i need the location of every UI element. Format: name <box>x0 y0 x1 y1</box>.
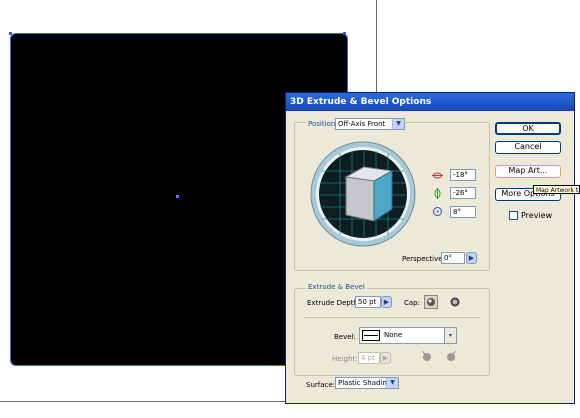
perspective-field[interactable]: 0° <box>441 252 465 264</box>
bevel-outward-icon[interactable] <box>420 349 434 363</box>
ok-button[interactable]: OK <box>495 122 561 135</box>
rotate-x-field[interactable]: -18° <box>450 169 476 181</box>
anchor-point-top-right[interactable] <box>343 32 346 35</box>
panel-divider <box>304 317 480 318</box>
rotate-z-axis-icon <box>432 206 443 217</box>
extrude-depth-label: Extrude Depth: <box>307 299 361 307</box>
chevron-right-icon: ▶ <box>468 254 475 262</box>
extrude-depth-field[interactable]: 50 pt <box>355 296 381 308</box>
bevel-select-value: None <box>384 331 403 339</box>
rotate-y-field[interactable]: -26° <box>450 187 476 199</box>
surface-select[interactable]: Plastic Shading ▼ <box>335 377 399 389</box>
map-art-button[interactable]: Map Art... <box>495 165 561 178</box>
chevron-down-icon: ▼ <box>392 119 404 129</box>
rotate-y-axis-icon <box>432 188 443 199</box>
preview-checkbox[interactable] <box>509 211 518 220</box>
position-select[interactable]: Off-Axis Front ▼ <box>335 118 405 130</box>
position-select-value: Off-Axis Front <box>338 120 386 128</box>
cap-off-icon[interactable] <box>448 295 462 309</box>
bevel-label: Bevel: <box>334 333 356 341</box>
extrude-bevel-dialog: 3D Extrude & Bevel Options Position: Off… <box>285 92 575 404</box>
chevron-right-icon: ▶ <box>383 298 390 306</box>
cancel-button[interactable]: Cancel <box>495 141 561 154</box>
dialog-title[interactable]: 3D Extrude & Bevel Options <box>286 93 574 111</box>
extrude-bevel-section-label: Extrude & Bevel <box>306 283 367 291</box>
rotate-x-axis-icon <box>432 170 443 181</box>
chevron-right-icon: ▶ <box>382 354 389 362</box>
surface-select-value: Plastic Shading <box>338 379 392 387</box>
preview-label: Preview <box>521 211 553 220</box>
rotate-z-field[interactable]: 8° <box>450 206 476 218</box>
height-field[interactable]: 4 pt <box>358 352 380 364</box>
height-label: Height: <box>332 355 358 363</box>
track-cube-dial[interactable] <box>310 141 416 247</box>
anchor-point-top-left[interactable] <box>9 32 12 35</box>
cap-on-icon[interactable] <box>424 295 438 309</box>
bevel-inward-icon[interactable] <box>444 349 458 363</box>
chevron-down-icon: ▾ <box>444 328 456 343</box>
perspective-slider-button[interactable]: ▶ <box>466 252 477 264</box>
tooltip: Map Artwork t <box>533 185 580 194</box>
extrude-depth-slider-button[interactable]: ▶ <box>381 296 392 308</box>
chevron-down-icon: ▼ <box>386 378 398 388</box>
surface-label: Surface: <box>306 381 336 389</box>
perspective-label: Perspective: <box>402 255 445 263</box>
cap-label: Cap: <box>404 299 420 307</box>
height-slider-button[interactable]: ▶ <box>380 352 391 364</box>
bevel-preview-icon <box>362 330 380 341</box>
shape-center-point <box>176 195 179 198</box>
bevel-select[interactable]: None ▾ <box>359 327 457 344</box>
